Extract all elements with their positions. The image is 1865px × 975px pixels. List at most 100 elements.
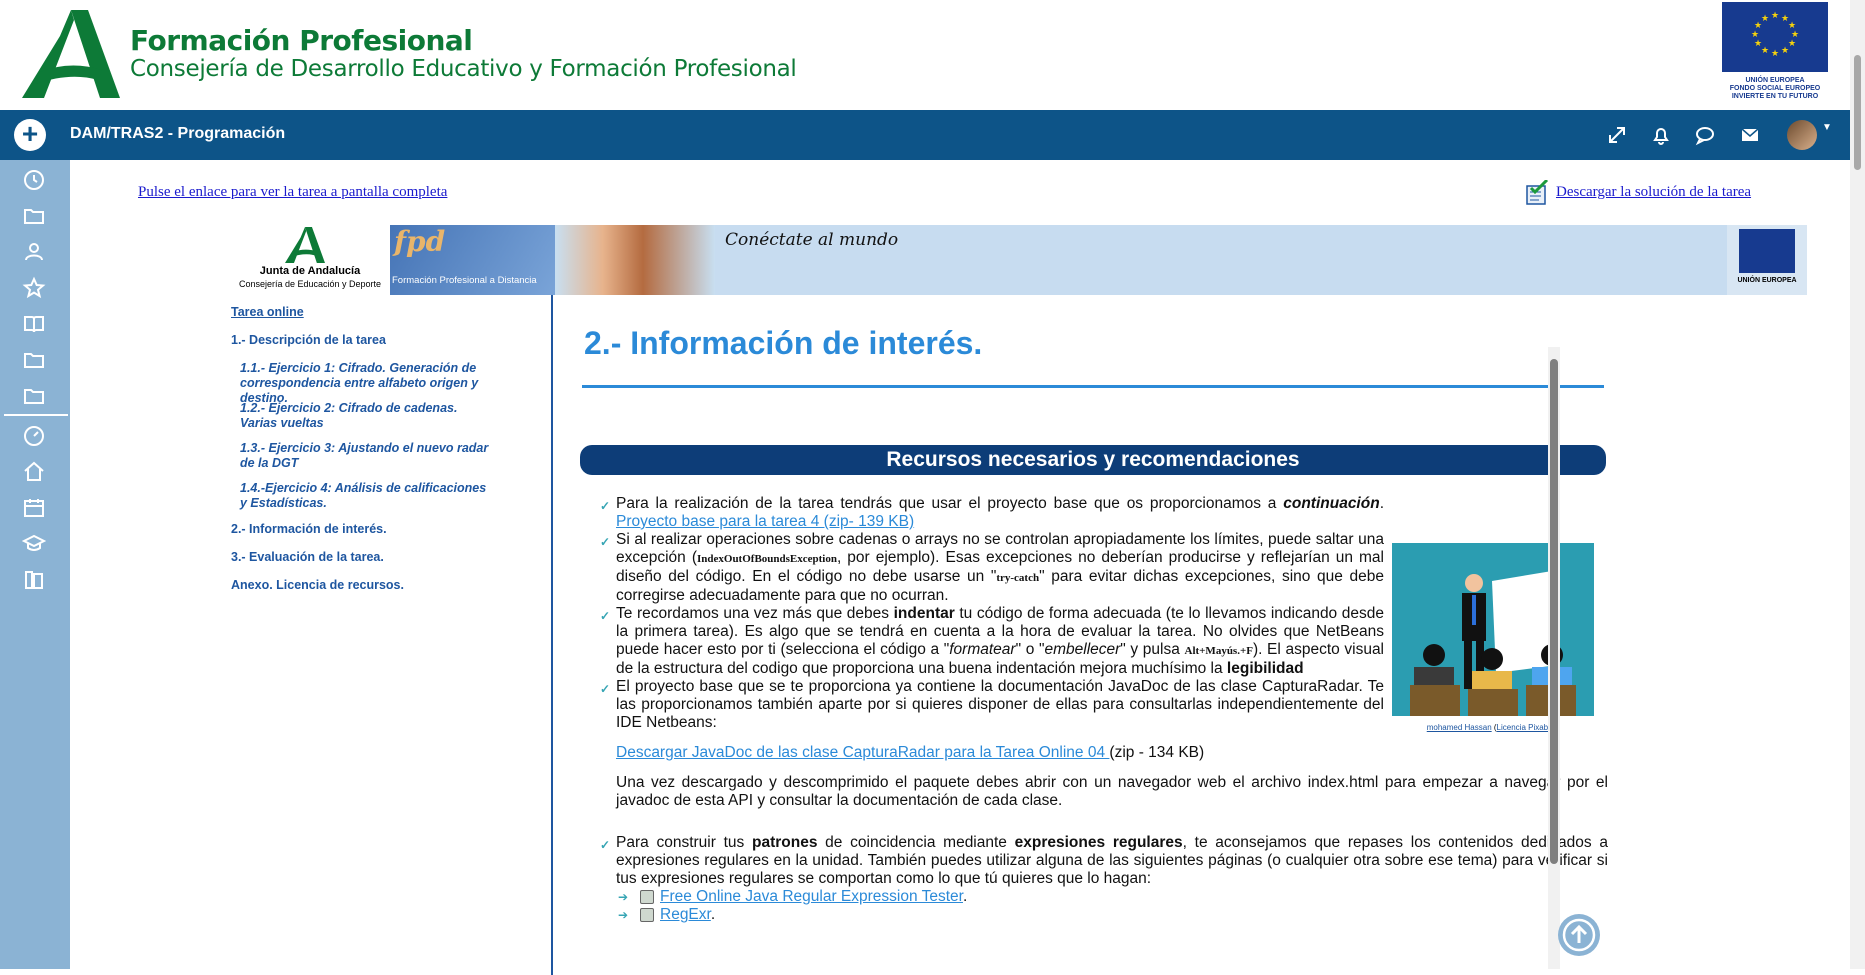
- scrollbar-thumb[interactable]: [1550, 359, 1558, 864]
- list-item-detail: Una vez descargado y descomprimido el pa…: [616, 774, 1608, 809]
- banner-photo: [555, 225, 715, 295]
- presentation-illustration: [1392, 543, 1594, 716]
- check-icon: ✓: [600, 609, 611, 623]
- navbar: + DAM/TRAS2 - Programación ▼: [0, 110, 1850, 160]
- eu-logo: ★ ★ ★ ★ ★ ★ ★ ★ ★ ★ ★ ★ UNIÓN EUROPEA FONDO SOCI…: [1722, 2, 1828, 100]
- graduation-icon[interactable]: [22, 532, 46, 556]
- toc-subitem[interactable]: 1.4.-Ejercicio 4: Análisis de calificaci…: [240, 481, 490, 511]
- main-content: Pulse el enlace para ver la tarea a pant…: [70, 160, 1850, 975]
- link-icon: [640, 907, 654, 922]
- eu-text: UNIÓN EUROPEA: [1745, 77, 1805, 84]
- mail-icon[interactable]: [1739, 124, 1761, 146]
- site-title: Formación Profesional: [130, 24, 473, 57]
- svg-text:★: ★: [1751, 30, 1759, 40]
- svg-text:★: ★: [1788, 39, 1796, 49]
- calendar-icon[interactable]: [22, 496, 46, 520]
- sub-list-item: ➔ Free Online Java Regular Expression Te…: [618, 888, 968, 905]
- svg-text:★: ★: [1761, 14, 1769, 24]
- gauge-icon[interactable]: [22, 424, 46, 448]
- sub-list-item: ➔ RegExr.: [618, 906, 716, 923]
- chat-icon[interactable]: [1694, 124, 1716, 146]
- home-icon[interactable]: [22, 460, 46, 484]
- author-link[interactable]: mohamed Hassan: [1427, 723, 1492, 732]
- table-of-contents: Tarea online 1.- Descripción de la tarea…: [231, 295, 553, 975]
- junta-subtitle: Consejería de Educación y Deporte: [238, 279, 382, 289]
- list-item: ✓ Te recordamos una vez más que debes in…: [600, 605, 1385, 677]
- eu-text: INVIERTE EN TU FUTURO: [1731, 93, 1819, 100]
- download-solution-link[interactable]: Descargar la solución de la tarea: [1556, 184, 1751, 201]
- task-frame: Junta de Andalucía Consejería de Educaci…: [160, 225, 1840, 975]
- javadoc-download-link[interactable]: Descargar JavaDoc de las clase CapturaRa…: [616, 744, 1109, 761]
- section-heading: 2.- Información de interés.: [584, 325, 983, 361]
- project-base-link[interactable]: Proyecto base para la tarea 4 (zip- 139 …: [616, 513, 914, 530]
- toc-subitem[interactable]: 1.1.- Ejercicio 1: Cifrado. Generación d…: [240, 361, 500, 406]
- star-icon[interactable]: [22, 276, 46, 300]
- check-icon: ✓: [600, 682, 611, 696]
- arrow-up-icon: [1562, 918, 1596, 952]
- book-icon[interactable]: [22, 312, 46, 336]
- arrow-icon: ➔: [618, 890, 629, 904]
- page-scrollbar[interactable]: [1850, 0, 1865, 969]
- svg-text:★: ★: [1771, 11, 1779, 21]
- svg-text:★: ★: [1781, 46, 1789, 56]
- folder-icon[interactable]: [22, 204, 46, 228]
- svg-text:★: ★: [1771, 49, 1779, 59]
- bell-icon[interactable]: [1650, 124, 1672, 146]
- figure-caption: mohamed Hassan (Licencia Pixabay): [1426, 723, 1560, 732]
- check-icon: ✓: [600, 535, 611, 549]
- site-subtitle: Consejería de Desarrollo Educativo y For…: [130, 56, 797, 82]
- banner: Junta de Andalucía Consejería de Educaci…: [230, 225, 1807, 295]
- toc-item[interactable]: Anexo. Licencia de recursos.: [231, 578, 531, 593]
- fpd-logo: fpd Formación Profesional a Distancia: [390, 225, 555, 295]
- toc-title[interactable]: Tarea online: [231, 305, 304, 320]
- folder-icon[interactable]: [22, 384, 46, 408]
- junta-name: Junta de Andalucía: [259, 265, 361, 277]
- link-icon: [640, 889, 654, 904]
- checklist-icon: [1526, 180, 1549, 205]
- banner-slogan: Conéctate al mundo: [725, 230, 899, 250]
- toc-subitem[interactable]: 1.3.- Ejercicio 3: Ajustando el nuevo ra…: [240, 441, 500, 471]
- list-item-detail: Descargar JavaDoc de las clase CapturaRa…: [616, 744, 1205, 761]
- regexr-link[interactable]: RegExr: [660, 906, 711, 923]
- library-icon[interactable]: [22, 568, 46, 592]
- eu-flag-icon: ★ ★ ★ ★ ★ ★ ★ ★ ★ ★ ★ ★: [1722, 2, 1828, 72]
- list-item: ✓ Para la realización de la tarea tendrá…: [600, 495, 1384, 530]
- scroll-top-button[interactable]: [1558, 914, 1600, 956]
- junta-andalucia-logo: Junta de Andalucía Consejería de Educaci…: [230, 225, 390, 295]
- avatar[interactable]: [1787, 120, 1817, 150]
- svg-text:★: ★: [1754, 39, 1762, 49]
- eu-flag-icon: [1739, 229, 1795, 273]
- eu-text: FONDO SOCIAL EUROPEO: [1729, 85, 1821, 92]
- expand-icon[interactable]: [1606, 124, 1628, 146]
- course-title[interactable]: DAM/TRAS2 - Programación: [70, 125, 285, 143]
- site-header: Formación Profesional Consejería de Desa…: [0, 0, 1865, 110]
- banner-eu-label: UNIÓN EUROPEA: [1737, 277, 1797, 284]
- check-icon: ✓: [600, 838, 611, 852]
- add-button[interactable]: +: [14, 119, 46, 151]
- chevron-down-icon[interactable]: ▼: [1822, 122, 1832, 133]
- svg-text:★: ★: [1761, 46, 1769, 56]
- list-item: ✓ Para construir tus patrones de coincid…: [600, 834, 1608, 887]
- arrow-icon: ➔: [618, 908, 629, 922]
- scrollbar-thumb[interactable]: [1854, 55, 1861, 170]
- banner-eu-logo: UNIÓN EUROPEA: [1727, 225, 1807, 295]
- toc-item[interactable]: 2.- Información de interés.: [231, 522, 531, 537]
- rail-divider: [4, 414, 68, 416]
- heading-rule: [582, 385, 1604, 388]
- folder-icon[interactable]: [22, 348, 46, 372]
- section-bar: Recursos necesarios y recomendaciones: [580, 445, 1606, 475]
- toc-item[interactable]: 3.- Evaluación de la tarea.: [231, 550, 531, 565]
- left-rail: [0, 160, 70, 969]
- toc-subitem[interactable]: 1.2.- Ejercicio 2: Cifrado de cadenas. V…: [240, 401, 490, 431]
- regex-tester-link[interactable]: Free Online Java Regular Expression Test…: [660, 888, 963, 905]
- toc-item[interactable]: 1.- Descripción de la tarea: [231, 333, 531, 348]
- users-icon[interactable]: [22, 240, 46, 264]
- fpd-label: Formación Profesional a Distancia: [392, 275, 537, 286]
- list-item: ✓ Si al realizar operaciones sobre caden…: [600, 531, 1384, 604]
- list-item: ✓ El proyecto base que se te proporciona…: [600, 678, 1384, 731]
- fullscreen-link[interactable]: Pulse el enlace para ver la tarea a pant…: [138, 184, 447, 201]
- content-scrollbar[interactable]: [1548, 347, 1560, 969]
- junta-logo-icon: [285, 227, 325, 263]
- junta-logo-icon: [22, 10, 120, 98]
- clock-icon[interactable]: [22, 168, 46, 192]
